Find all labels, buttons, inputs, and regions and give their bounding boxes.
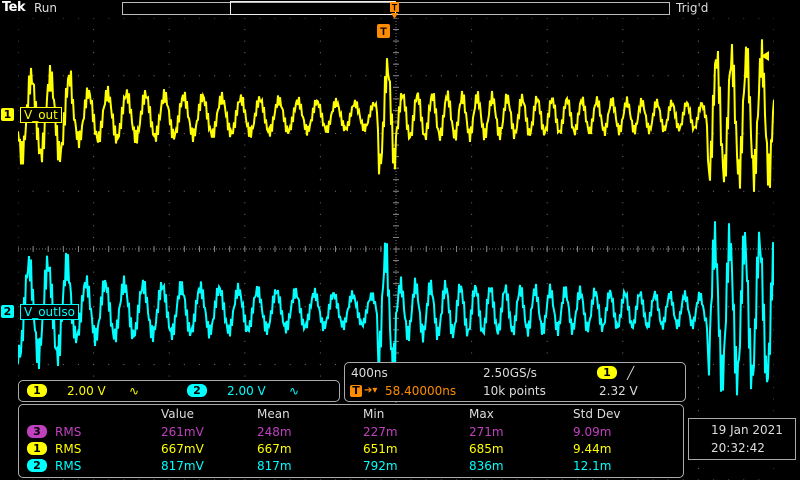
measurement-type: RMS: [55, 442, 82, 456]
ch1-label: V_out: [20, 107, 62, 123]
measurement-mean: 667m: [257, 442, 292, 456]
measurement-value: 261mV: [161, 425, 204, 439]
measurement-headers: Value Mean Min Max Std Dev: [19, 407, 683, 421]
header-value: Value: [161, 407, 194, 421]
measurement-type: RMS: [55, 425, 82, 439]
timebase-panel[interactable]: 400ns 2.50GS/s 1 ╱ T ➔▾ 58.40000ns 10k p…: [344, 362, 686, 402]
measurement-channel-badge: 2: [27, 459, 47, 472]
time: 20:32:42: [711, 441, 765, 455]
trigger-arrow-icon: ➔▾: [364, 385, 378, 396]
trigger-position: 58.40000ns: [385, 384, 457, 398]
run-state[interactable]: Run: [34, 1, 57, 15]
ch2-coupling-icon: ∿: [289, 384, 300, 398]
measurements-panel[interactable]: Value Mean Min Max Std Dev 3 RMS 261mV 248m…: [18, 404, 684, 478]
datetime-panel: 19 Jan 2021 20:32:42: [688, 418, 796, 460]
ch2-label: V_outIso: [20, 304, 79, 320]
measurement-std: 9.44m: [573, 442, 612, 456]
trigger-t-text: T: [380, 26, 387, 38]
ch1-waveform: [18, 39, 774, 192]
header-min: Min: [363, 407, 385, 421]
header-std-dev: Std Dev: [573, 407, 621, 421]
top-status-bar: Tek Run T Trig'd: [0, 0, 800, 19]
measurement-mean: 817m: [257, 459, 292, 473]
ch2-ground-marker[interactable]: 2: [1, 305, 14, 318]
ch2-scale: 2.00 V: [227, 384, 266, 398]
ch1-coupling-icon: ∿: [129, 384, 140, 398]
trigger-source-badge: 1: [597, 366, 617, 379]
trigger-level-arrow-icon[interactable]: [759, 51, 771, 63]
record-length: 10k points: [483, 384, 546, 398]
brand-logo: Tek: [2, 0, 26, 15]
trigger-slope-icon: ╱: [627, 366, 635, 380]
measurement-value: 817mV: [161, 459, 204, 473]
sample-rate: 2.50GS/s: [483, 366, 537, 380]
trigger-status: Trig'd: [676, 1, 709, 15]
measurement-max: 836m: [469, 459, 504, 473]
trigger-t-icon[interactable]: T: [377, 24, 391, 40]
trigger-level: 2.32 V: [599, 384, 638, 398]
ch2-badge: 2: [187, 384, 207, 397]
measurement-type: RMS: [55, 459, 82, 473]
header-max: Max: [469, 407, 494, 421]
measurement-value: 667mV: [161, 442, 204, 456]
header-mean: Mean: [257, 407, 290, 421]
measurement-max: 685m: [469, 442, 504, 456]
ch1-ground-marker[interactable]: 1: [1, 108, 14, 121]
date: 19 Jan 2021: [711, 423, 783, 437]
trigger-position-icon: T: [350, 385, 362, 397]
measurement-channel-badge: 3: [27, 425, 47, 438]
time-per-div: 400ns: [351, 366, 388, 380]
ch1-scale: 2.00 V: [67, 384, 106, 398]
trigger-marker-text: T: [392, 3, 398, 13]
measurement-std: 12.1m: [573, 459, 612, 473]
measurement-std: 9.09m: [573, 425, 612, 439]
measurement-min: 651m: [363, 442, 398, 456]
measurement-row[interactable]: 1 RMS 667mV 667m 651m 685m 9.44m: [19, 442, 683, 456]
measurement-min: 227m: [363, 425, 398, 439]
measurement-mean: 248m: [257, 425, 292, 439]
measurement-row[interactable]: 3 RMS 261mV 248m 227m 271m 9.09m: [19, 425, 683, 439]
measurement-min: 792m: [363, 459, 398, 473]
measurement-row[interactable]: 2 RMS 817mV 817m 792m 836m 12.1m: [19, 459, 683, 473]
ch1-badge: 1: [27, 384, 47, 397]
measurement-max: 271m: [469, 425, 504, 439]
channel-scale-panel[interactable]: 1 2.00 V ∿ 2 2.00 V ∿: [18, 380, 340, 402]
measurement-channel-badge: 1: [27, 442, 47, 455]
record-view-window[interactable]: [230, 1, 396, 15]
